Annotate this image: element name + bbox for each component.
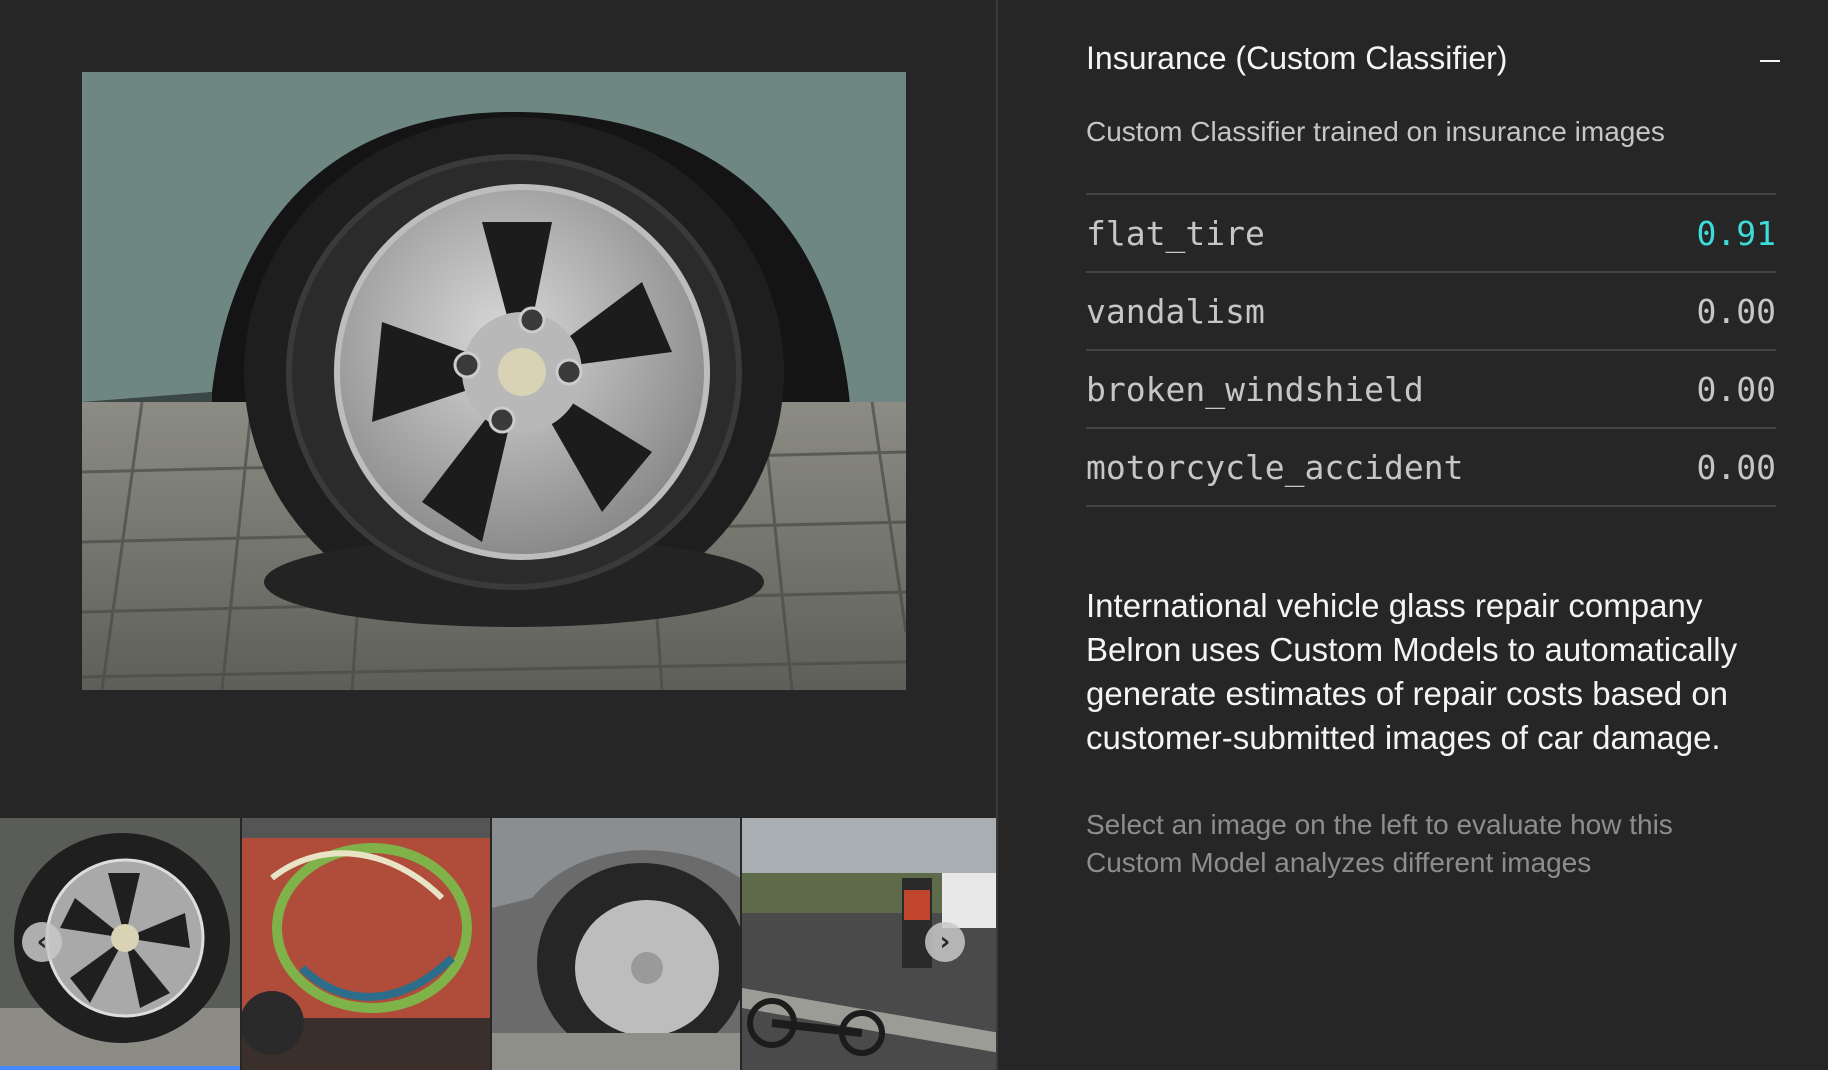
instruction-hint: Select an image on the left to evaluate … xyxy=(1086,809,1673,878)
thumbnail-carousel xyxy=(0,818,1000,1070)
thumbnail-flat-tire-hubcap[interactable] xyxy=(492,818,742,1070)
result-label: broken_windshield xyxy=(1086,369,1424,409)
minus-icon[interactable] xyxy=(1756,42,1786,72)
panel-description: Custom Classifier trained on insurance i… xyxy=(1086,116,1665,147)
classification-results: flat_tire 0.91 vandalism 0.00 broken_win… xyxy=(1086,193,1776,507)
chevron-right-icon[interactable]: › xyxy=(925,922,965,962)
result-label: motorcycle_accident xyxy=(1086,447,1464,487)
image-viewer: ‹ › xyxy=(0,0,1000,1070)
chevron-left-icon[interactable]: ‹ xyxy=(22,922,62,962)
result-score: 0.00 xyxy=(1696,369,1776,409)
selected-image-preview xyxy=(82,72,906,690)
result-row: vandalism 0.00 xyxy=(1086,273,1776,351)
panel-title: Insurance (Custom Classifier) xyxy=(1086,40,1508,76)
result-label: flat_tire xyxy=(1086,213,1265,253)
result-score: 0.91 xyxy=(1696,213,1776,253)
result-score: 0.00 xyxy=(1696,291,1776,331)
thumbnail-graffiti-van[interactable] xyxy=(242,818,492,1070)
result-score: 0.00 xyxy=(1696,447,1776,487)
classifier-panel: Insurance (Custom Classifier) Custom Cla… xyxy=(998,0,1828,1070)
use-case-description: International vehicle glass repair compa… xyxy=(1086,587,1738,756)
result-row: flat_tire 0.91 xyxy=(1086,195,1776,273)
result-label: vandalism xyxy=(1086,291,1265,331)
result-row: broken_windshield 0.00 xyxy=(1086,351,1776,429)
result-row: motorcycle_accident 0.00 xyxy=(1086,429,1776,507)
